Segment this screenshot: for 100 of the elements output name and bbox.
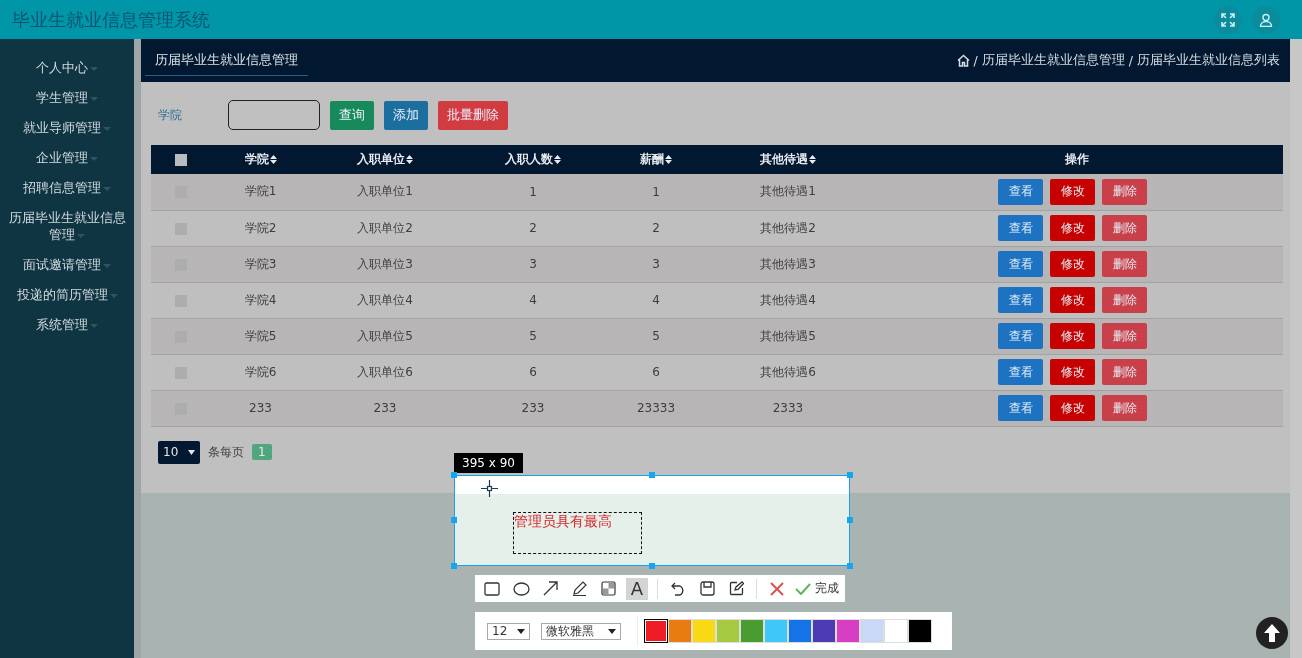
row-action-button[interactable]: 删除 xyxy=(1102,359,1147,385)
resize-handle[interactable] xyxy=(847,472,853,478)
done-tool[interactable]: 完成 xyxy=(795,577,839,600)
row-action-button[interactable]: 修改 xyxy=(1050,287,1095,313)
row-action-button[interactable]: 查看 xyxy=(998,323,1043,349)
color-swatch[interactable] xyxy=(860,619,884,643)
color-swatch[interactable] xyxy=(908,619,932,643)
row-action-button[interactable]: 删除 xyxy=(1102,178,1147,205)
color-swatch[interactable] xyxy=(884,619,908,643)
toolbar-button[interactable]: 批量删除 xyxy=(438,100,508,130)
table-cell: 6 xyxy=(652,365,660,379)
table-cell: 233 xyxy=(521,401,545,415)
column-header[interactable]: 操作 xyxy=(1064,152,1089,167)
page-scrollbar[interactable] xyxy=(1290,39,1302,658)
resize-handle[interactable] xyxy=(451,472,457,478)
row-action-button[interactable]: 查看 xyxy=(998,178,1043,205)
row-action-button[interactable]: 删除 xyxy=(1102,395,1147,421)
color-swatch[interactable] xyxy=(812,619,836,643)
table-cell: 学院5 xyxy=(244,328,277,343)
table-cell: 其他待遇5 xyxy=(760,328,816,343)
sidebar-item[interactable]: 投递的简历管理 xyxy=(0,286,134,303)
color-swatch[interactable] xyxy=(788,619,812,643)
sort-icon[interactable] xyxy=(554,155,561,164)
row-action-button[interactable]: 修改 xyxy=(1050,178,1095,205)
color-swatch[interactable] xyxy=(836,619,860,643)
sort-icon[interactable] xyxy=(665,155,672,164)
sidebar-item[interactable]: 就业导师管理 xyxy=(0,119,134,136)
column-header[interactable]: 其他待遇 xyxy=(760,152,808,167)
table-cell: 学院1 xyxy=(244,184,277,199)
color-swatch[interactable] xyxy=(740,619,764,643)
text-annotation-box[interactable]: 管理员具有最高 xyxy=(513,512,642,554)
breadcrumb-link[interactable]: 历届毕业生就业信息列表 xyxy=(1137,52,1280,69)
select-all-checkbox[interactable] xyxy=(175,154,187,166)
row-action-button[interactable]: 修改 xyxy=(1050,359,1095,385)
annotation-text: 管理员具有最高 xyxy=(514,513,612,529)
page-size-select[interactable]: 10 xyxy=(158,440,200,464)
home-icon[interactable] xyxy=(956,54,970,67)
table-cell: 5 xyxy=(652,329,660,343)
caret-icon xyxy=(517,628,525,634)
size-label: 395 x 90 xyxy=(454,453,523,473)
capture-selection[interactable]: 管理员具有最高 xyxy=(454,475,850,566)
color-swatch[interactable] xyxy=(716,619,740,643)
resize-handle[interactable] xyxy=(451,517,457,523)
sidebar-item[interactable]: 系统管理 xyxy=(0,316,134,333)
row-action-button[interactable]: 查看 xyxy=(998,395,1043,421)
row-action-button[interactable]: 修改 xyxy=(1050,215,1095,241)
search-field[interactable] xyxy=(228,100,320,130)
sort-icon[interactable] xyxy=(809,155,816,164)
row-action-button[interactable]: 删除 xyxy=(1102,251,1147,277)
toolbar-button[interactable]: 查询 xyxy=(330,100,374,130)
row-action-button[interactable]: 删除 xyxy=(1102,323,1147,349)
row-action-button[interactable]: 删除 xyxy=(1102,287,1147,313)
sort-icon[interactable] xyxy=(269,155,277,164)
page-tab[interactable]: 历届毕业生就业信息管理 xyxy=(145,45,308,76)
row-action-button[interactable]: 查看 xyxy=(998,287,1043,313)
table-cell: 其他待遇2 xyxy=(760,220,816,235)
resize-handle[interactable] xyxy=(451,563,457,569)
resize-handle[interactable] xyxy=(649,472,655,478)
table-cell: 入职单位4 xyxy=(357,292,413,307)
fullscreen-icon[interactable] xyxy=(1214,5,1242,34)
row-action-button[interactable]: 修改 xyxy=(1050,323,1095,349)
sort-icon[interactable] xyxy=(406,155,413,164)
sidebar-item[interactable]: 个人中心 xyxy=(0,59,134,76)
row-action-button[interactable]: 删除 xyxy=(1102,215,1147,241)
row-action-button[interactable]: 修改 xyxy=(1050,251,1095,277)
column-header[interactable]: 学院 xyxy=(244,152,269,167)
sidebar-item[interactable]: 企业管理 xyxy=(0,149,134,166)
table-cell: 其他待遇3 xyxy=(760,256,816,271)
sidebar-item[interactable]: 历届毕业生就业信息管理 xyxy=(0,209,134,243)
color-swatch[interactable] xyxy=(764,619,788,643)
table-cell: 学院4 xyxy=(244,292,277,307)
sidebar-item[interactable]: 学生管理 xyxy=(0,89,134,106)
text-tool[interactable]: A xyxy=(626,577,648,600)
user-icon[interactable] xyxy=(1252,5,1280,34)
row-action-button[interactable]: 查看 xyxy=(998,359,1043,385)
column-header[interactable]: 入职单位 xyxy=(357,152,405,167)
color-swatch[interactable] xyxy=(668,619,692,643)
search-label: 学院 xyxy=(157,106,183,124)
crosshair-icon xyxy=(481,480,498,497)
color-swatch[interactable] xyxy=(692,619,716,643)
table-cell: 6 xyxy=(529,365,537,379)
table-cell: 入职单位6 xyxy=(357,364,413,379)
toolbar-button[interactable]: 添加 xyxy=(384,100,428,130)
app-title: 毕业生就业信息管理系统 xyxy=(12,7,210,32)
sidebar-item[interactable]: 面试邀请管理 xyxy=(0,256,134,273)
font-size-select[interactable]: 12 xyxy=(487,622,530,640)
sidebar-item[interactable]: 招聘信息管理 xyxy=(0,179,134,196)
resize-handle[interactable] xyxy=(847,563,853,569)
table-cell: 2333 xyxy=(772,401,804,415)
resize-handle[interactable] xyxy=(847,517,853,523)
check-icon xyxy=(795,582,811,595)
row-action-button[interactable]: 查看 xyxy=(998,251,1043,277)
font-family-select[interactable]: 微软雅黑 xyxy=(541,622,621,640)
row-action-button[interactable]: 查看 xyxy=(998,215,1043,241)
breadcrumb-link[interactable]: 历届毕业生就业信息管理 xyxy=(981,52,1125,69)
column-header[interactable]: 薪酬 xyxy=(640,152,664,167)
column-header[interactable]: 入职人数 xyxy=(505,152,553,167)
resize-handle[interactable] xyxy=(649,563,655,569)
row-action-button[interactable]: 修改 xyxy=(1050,395,1095,421)
sidebar-scrollbar[interactable] xyxy=(134,39,141,658)
